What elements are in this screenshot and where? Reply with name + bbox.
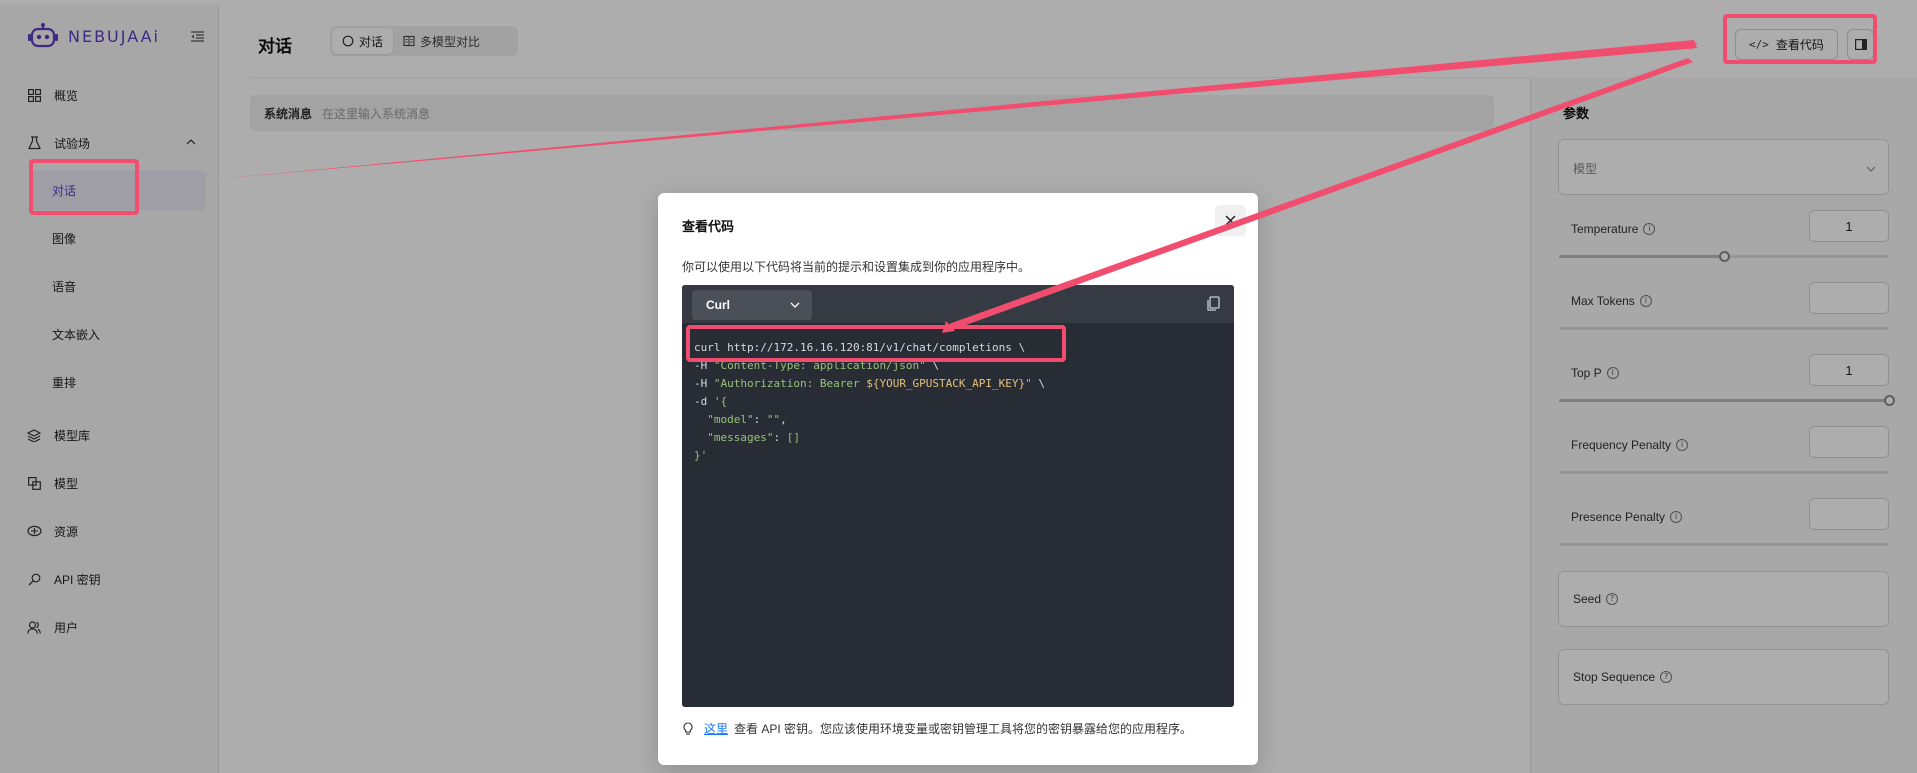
dialog-footer: 这里 查看 API 密钥。您应该使用环境变量或密钥管理工具将您的密钥暴露给您的应…	[682, 720, 1192, 737]
code-token: -d	[694, 395, 714, 408]
code-content: curl http://172.16.16.120:81/v1/chat/com…	[694, 339, 1045, 465]
code-variable: ${YOUR_GPUSTACK_API_KEY}	[866, 377, 1026, 390]
code-line: -H "Content-Type: application/json" \	[694, 357, 1045, 375]
code-line: curl http://172.16.16.120:81/v1/chat/com…	[694, 341, 1026, 354]
copy-icon[interactable]	[1206, 296, 1220, 312]
code-token: -H	[694, 359, 714, 372]
code-toolbar: Curl	[682, 285, 1234, 323]
close-icon	[1225, 215, 1236, 226]
code-token: ,	[780, 413, 787, 426]
code-string: "	[1025, 377, 1032, 390]
code-token: :	[753, 413, 767, 426]
code-string: []	[786, 431, 800, 444]
code-line: -H "Authorization: Bearer ${YOUR_GPUSTAC…	[694, 375, 1045, 393]
code-string: "Authorization: Bearer	[713, 377, 867, 390]
code-token: \	[925, 359, 940, 372]
code-line: }'	[694, 449, 708, 462]
footer-text: 查看 API 密钥。您应该使用环境变量或密钥管理工具将您的密钥暴露给您的应用程序…	[734, 722, 1193, 736]
code-line: "messages": []	[694, 429, 1045, 447]
code-token: -H	[694, 377, 714, 390]
code-token: \	[1031, 377, 1046, 390]
code-string: ""	[766, 413, 781, 426]
lightbulb-icon	[683, 721, 693, 735]
language-value: Curl	[706, 298, 730, 312]
code-string: "Content-Type: application/json"	[713, 359, 926, 372]
dialog-description: 你可以使用以下代码将当前的提示和设置集成到你的应用程序中。	[682, 260, 1031, 274]
view-code-dialog: 查看代码 你可以使用以下代码将当前的提示和设置集成到你的应用程序中。 Curl …	[658, 193, 1258, 765]
language-select[interactable]: Curl	[692, 290, 812, 320]
code-string: "messages"	[694, 431, 774, 444]
api-key-link[interactable]: 这里	[704, 720, 728, 737]
code-string: '{	[713, 395, 728, 408]
code-block: Curl curl http://172.16.16.120:81/v1/cha…	[682, 285, 1234, 707]
code-string: "model"	[694, 413, 754, 426]
code-line: "model": "",	[694, 411, 1045, 429]
code-line: -d '{	[694, 393, 1045, 411]
close-button[interactable]	[1215, 205, 1246, 236]
dialog-title: 查看代码	[682, 219, 735, 234]
code-token: :	[773, 431, 787, 444]
chevron-down-icon	[790, 302, 800, 308]
